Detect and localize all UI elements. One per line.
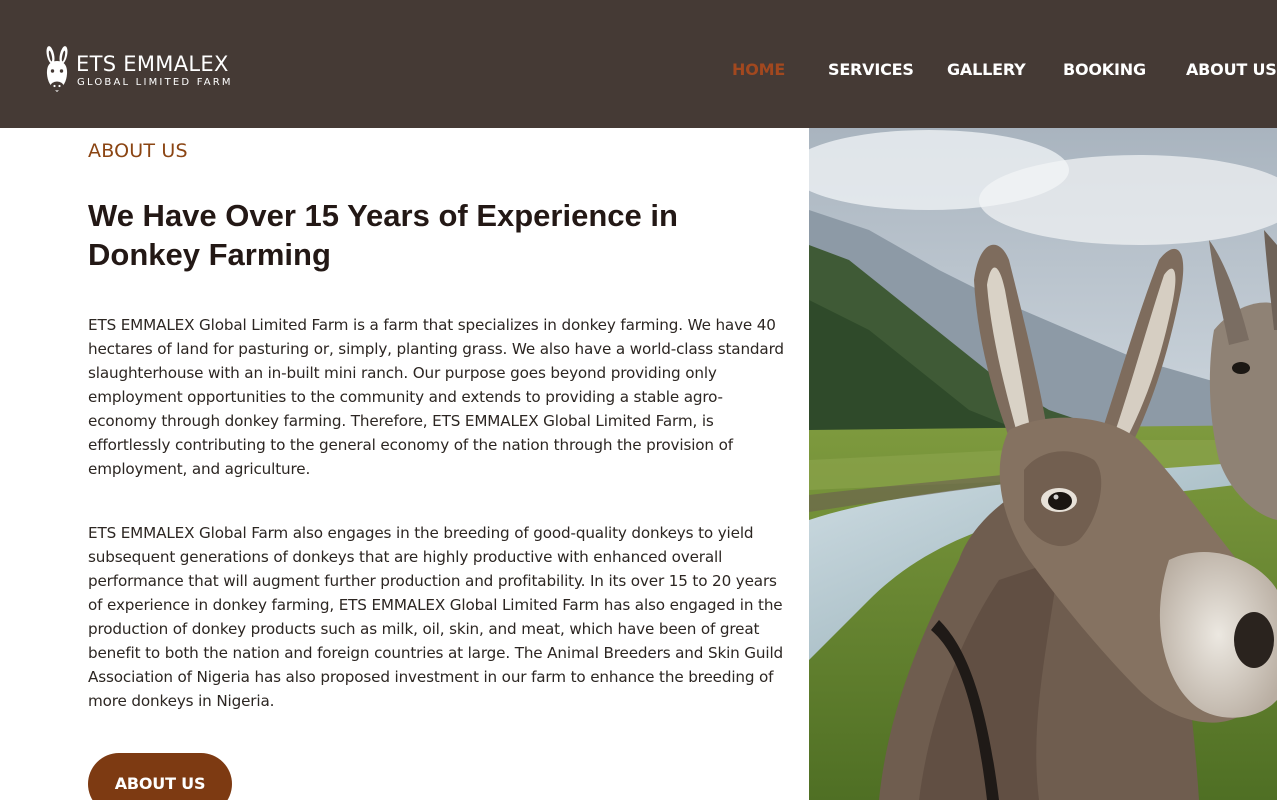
section-heading: We Have Over 15 Years of Experience in D… bbox=[88, 198, 678, 272]
nav-home[interactable]: HOME bbox=[732, 60, 785, 79]
nav-services[interactable]: SERVICES bbox=[828, 60, 914, 79]
about-paragraph: ETS EMMALEX Global Farm also engages in … bbox=[88, 524, 784, 710]
nav-gallery[interactable]: GALLERY bbox=[947, 60, 1026, 79]
nav-about-us[interactable]: ABOUT US bbox=[1186, 60, 1277, 79]
main-nav: HOME SERVICES GALLERY BOOKING ABOUT US bbox=[0, 60, 1277, 84]
section-eyebrow: ABOUT US bbox=[88, 140, 188, 162]
about-us-button[interactable]: ABOUT US bbox=[88, 753, 232, 800]
site-header: ETS EMMALEX GLOBAL LIMITED FARM HOME SER… bbox=[0, 0, 1277, 128]
nav-booking[interactable]: BOOKING bbox=[1063, 60, 1146, 79]
about-paragraph: ETS EMMALEX Global Limited Farm is a far… bbox=[88, 316, 784, 478]
